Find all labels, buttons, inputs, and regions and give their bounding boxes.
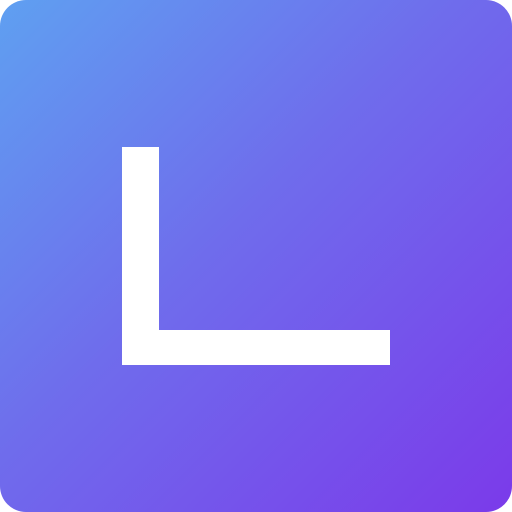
app-icon-tile[interactable]: L: [0, 0, 512, 512]
letter-l-glyph: [122, 147, 390, 365]
letter-l-icon: [122, 147, 390, 365]
